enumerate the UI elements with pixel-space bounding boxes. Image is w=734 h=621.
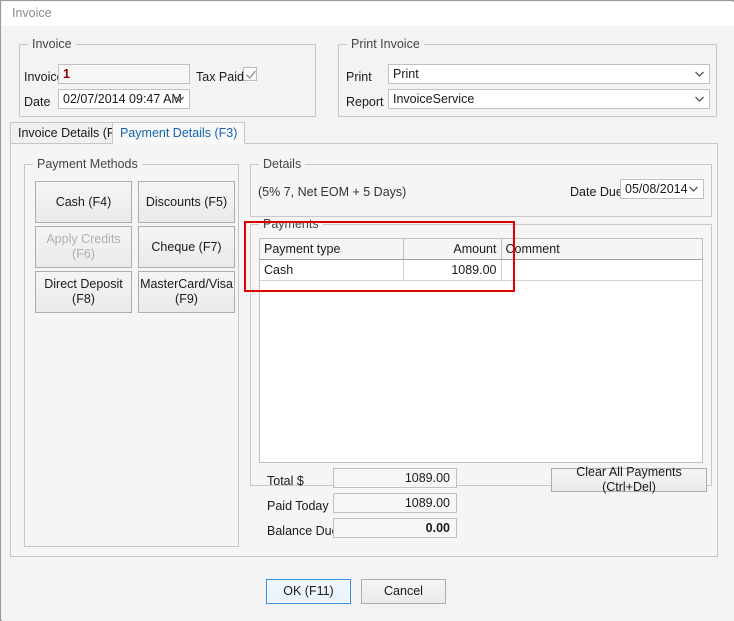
date-due-label: Date Due [570, 185, 623, 199]
paid-today-label: Paid Today [267, 499, 329, 513]
total-value: 1089.00 [333, 468, 457, 488]
invoice-groupbox-legend: Invoice [28, 37, 76, 51]
print-combo-value: Print [393, 67, 419, 81]
cancel-button[interactable]: Cancel [361, 579, 446, 604]
invoice-number-input[interactable]: 1 [58, 64, 190, 84]
column-header-comment[interactable]: Comment [501, 239, 702, 260]
report-combo-value: InvoiceService [393, 92, 474, 106]
invoice-date-value: 02/07/2014 09:47 AM [63, 92, 182, 106]
invoice-date-combo[interactable]: 02/07/2014 09:47 AM [58, 89, 190, 109]
discounts-button[interactable]: Discounts (F5) [138, 181, 235, 223]
column-header-payment-type[interactable]: Payment type [260, 239, 403, 260]
chevron-down-icon [695, 65, 704, 83]
print-label: Print [346, 70, 372, 84]
details-legend: Details [259, 157, 305, 171]
payments-legend: Payments [259, 217, 323, 231]
apply-credits-button[interactable]: Apply Credits (F6) [35, 226, 132, 268]
window-title: Invoice [12, 6, 52, 20]
date-due-value: 05/08/2014 [625, 182, 688, 196]
payment-terms-text: (5% 7, Net EOM + 5 Days) [258, 185, 406, 199]
column-header-amount[interactable]: Amount [403, 239, 501, 260]
ok-button[interactable]: OK (F11) [266, 579, 351, 604]
tax-paid-checkbox[interactable] [243, 67, 257, 81]
tab-payment-details[interactable]: Payment Details (F3) [112, 122, 245, 144]
chevron-down-icon [175, 90, 184, 108]
tax-paid-label: Tax Paid [196, 70, 244, 84]
balance-due-label: Balance Due [267, 524, 339, 538]
balance-due-value: 0.00 [333, 518, 457, 538]
payment-methods-legend: Payment Methods [33, 157, 142, 171]
invoice-window: Invoice Invoice Invoice 1 Tax Paid Date … [0, 0, 734, 621]
total-label: Total $ [267, 474, 304, 488]
report-combo[interactable]: InvoiceService [388, 89, 710, 109]
cell-amount[interactable]: 1089.00 [403, 260, 501, 281]
clear-all-payments-button[interactable]: Clear All Payments (Ctrl+Del) [551, 468, 707, 492]
checkmark-icon [245, 69, 257, 81]
chevron-down-icon [695, 90, 704, 108]
window-client-area: Invoice Invoice 1 Tax Paid Date 02/07/20… [2, 26, 734, 621]
payments-grid[interactable]: Payment type Amount Comment Cash 1089.00 [259, 238, 703, 463]
cheque-button[interactable]: Cheque (F7) [138, 226, 235, 268]
cell-comment[interactable] [501, 260, 702, 281]
title-bar: Invoice [2, 2, 734, 26]
date-due-combo[interactable]: 05/08/2014 [620, 179, 704, 199]
table-header-row: Payment type Amount Comment [260, 239, 702, 260]
paid-today-value: 1089.00 [333, 493, 457, 513]
payments-table: Payment type Amount Comment Cash 1089.00 [260, 239, 703, 281]
cash-button[interactable]: Cash (F4) [35, 181, 132, 223]
cell-payment-type[interactable]: Cash [260, 260, 403, 281]
report-label: Report [346, 95, 384, 109]
direct-deposit-button[interactable]: Direct Deposit (F8) [35, 271, 132, 313]
print-combo[interactable]: Print [388, 64, 710, 84]
mastercard-visa-button[interactable]: MasterCard/Visa (F9) [138, 271, 235, 313]
table-row[interactable]: Cash 1089.00 [260, 260, 702, 281]
invoice-date-label: Date [24, 95, 50, 109]
print-invoice-groupbox-legend: Print Invoice [347, 37, 424, 51]
chevron-down-icon [689, 180, 698, 198]
